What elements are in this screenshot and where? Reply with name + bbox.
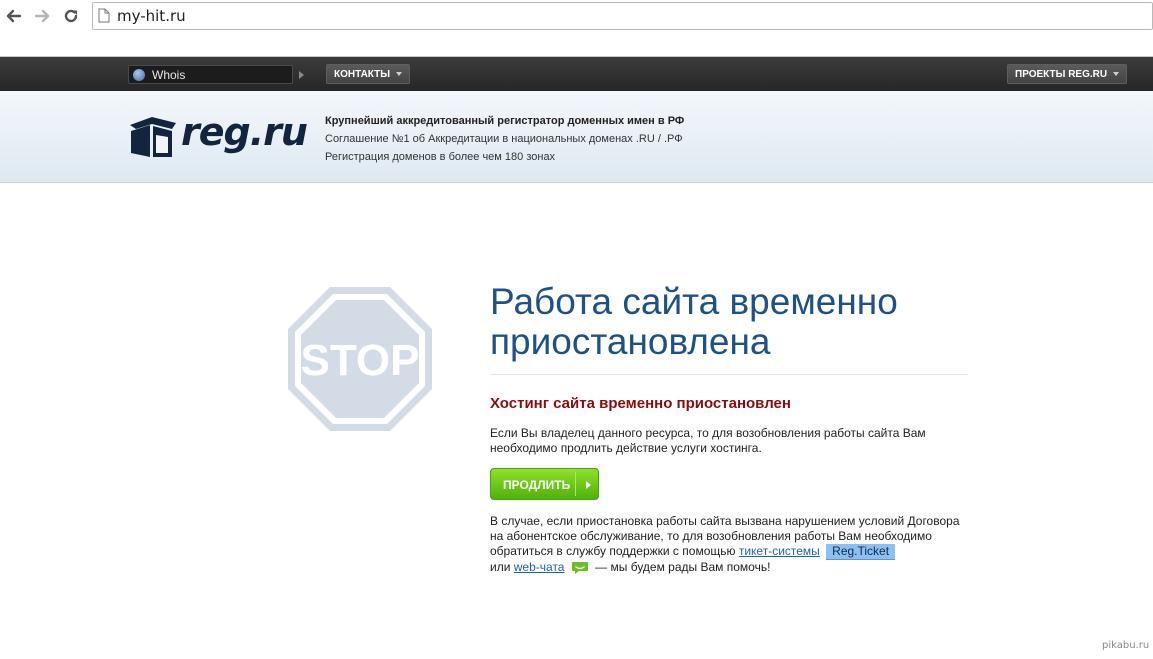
tagline-line-2: Соглашение №1 об Аккредитации в национал… (325, 133, 683, 145)
projects-label: ПРОЕКТЫ REG.RU (1015, 68, 1108, 80)
forward-arrow-icon (34, 9, 50, 23)
button-separator (575, 472, 576, 496)
url-text: my-hit.ru (117, 7, 186, 25)
tagline-line-1: Крупнейший аккредитованный регистратор д… (325, 115, 685, 127)
stop-sign-icon: STOP (288, 287, 432, 431)
whois-field[interactable]: Whois (128, 65, 293, 84)
page-icon (98, 8, 110, 23)
renew-button[interactable]: ПРОДЛИТЬ (490, 468, 599, 500)
site-header: reg.ru Крупнейший аккредитованный регист… (0, 91, 1153, 183)
projects-menu-button[interactable]: ПРОЕКТЫ REG.RU (1007, 64, 1128, 84)
header-tagline: Крупнейший аккредитованный регистратор д… (325, 112, 684, 166)
tagline-line-3: Регистрация доменов в более чем 180 зона… (325, 151, 556, 163)
whois-label: Whois (152, 68, 186, 82)
arrow-right-icon (586, 481, 591, 489)
browser-toolbar: my-hit.ru (0, 0, 1153, 33)
bookmarks-bar (0, 33, 1153, 57)
back-arrow-icon (6, 9, 22, 23)
reg-ru-logo-icon[interactable] (128, 115, 178, 159)
watermark: pikabu.ru (1102, 640, 1150, 651)
back-button[interactable] (3, 5, 25, 27)
support-message-line-2: на абонентское обслуживание, то для возо… (490, 529, 932, 543)
renew-button-label: ПРОДЛИТЬ (503, 478, 571, 492)
headline-line-2: приостановлена (490, 321, 771, 362)
chevron-down-icon (396, 72, 403, 76)
owner-message-line-1: Если Вы владелец данного ресурса, то для… (490, 426, 926, 440)
divider (490, 374, 968, 375)
reg-ru-logo-text[interactable]: reg.ru (181, 110, 308, 154)
support-message-line-3: обратиться в службу поддержки с помощью (490, 544, 736, 558)
forward-button[interactable] (31, 5, 53, 27)
contacts-label: КОНТАКТЫ (334, 68, 391, 80)
globe-icon (133, 69, 145, 81)
owner-message: Если Вы владелец данного ресурса, то для… (490, 426, 970, 456)
ticket-system-link[interactable]: тикет-системы (739, 544, 820, 558)
page-title: Работа сайта временно приостановлена (490, 282, 970, 362)
headline-line-1: Работа сайта временно (490, 281, 898, 322)
whois-go-arrow-icon[interactable] (299, 71, 304, 79)
support-message: В случае, если приостановка работы сайта… (490, 514, 970, 575)
subhead: Хостинг сайта временно приостановлен (490, 395, 791, 412)
reg-ticket-badge[interactable]: Reg.Ticket (826, 544, 896, 560)
chevron-down-icon (1113, 72, 1120, 76)
contacts-menu-button[interactable]: КОНТАКТЫ (326, 64, 411, 84)
owner-message-line-2: необходимо продлить действие услуги хост… (490, 441, 762, 455)
site-top-menu: Whois КОНТАКТЫ ПРОЕКТЫ REG.RU (0, 57, 1153, 91)
or-text: или (490, 560, 511, 574)
main-content: Работа сайта временно приостановлена Хос… (490, 282, 970, 575)
address-bar[interactable]: my-hit.ru (92, 2, 1153, 30)
reload-button[interactable] (60, 5, 82, 27)
reload-icon (64, 9, 78, 23)
web-chat-link[interactable]: web-чата (514, 560, 565, 574)
support-message-line-1: В случае, если приостановка работы сайта… (490, 514, 960, 528)
closing-text: — мы будем рады Вам помочь! (595, 560, 771, 574)
stop-sign-text: STOP (300, 336, 419, 385)
chat-bubble-icon[interactable] (571, 561, 589, 575)
